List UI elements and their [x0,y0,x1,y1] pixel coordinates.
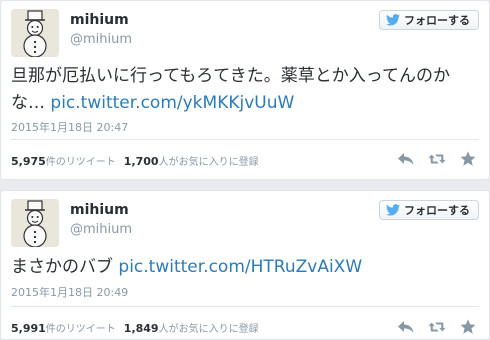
tweet-card: mihium @mihium フォローする まさかのバブ pic.twitter… [0,190,490,340]
tweet-stats: 5,975件のリツイート 1,700人がお気に入りに登録 [11,153,259,168]
snowman-avatar-icon [11,199,59,247]
tweet-text: まさかのバブ pic.twitter.com/HTRuZvAiXW [11,254,481,281]
retweet-count-label: 件のリツイート [45,157,116,168]
favorite-count-label: 人がお気に入りに登録 [158,157,259,168]
tweet-media-link[interactable]: pic.twitter.com/ykMKKjvUuW [50,93,294,113]
divider [11,306,479,307]
user-name[interactable]: mihium [70,202,129,218]
retweet-icon[interactable] [428,319,446,335]
twitter-bird-icon [386,14,400,26]
follow-button-label: フォローする [404,203,470,217]
user-handle[interactable]: @mihium [70,32,132,47]
avatar[interactable] [11,9,59,57]
tweet-timestamp[interactable]: 2015年1月18日 20:47 [11,119,128,135]
snowman-avatar-icon [11,9,59,57]
retweet-count[interactable]: 5,991 [11,322,46,335]
favorite-count-label: 人がお気に入りに登録 [158,324,259,335]
follow-button[interactable]: フォローする [379,200,479,220]
tweet-card: mihium @mihium フォローする 旦那が厄払いに行ってもろてきた。薬草… [0,0,490,180]
tweet-text: 旦那が厄払いに行ってもろてきた。薬草とか入ってんのかな… pic.twitter… [11,63,481,117]
user-handle[interactable]: @mihium [70,222,132,237]
user-name[interactable]: mihium [70,12,129,28]
reply-icon[interactable] [397,151,415,167]
avatar[interactable] [11,199,59,247]
favorite-star-icon[interactable] [459,319,477,335]
retweet-count-label: 件のリツイート [45,324,116,335]
favorite-count[interactable]: 1,700 [124,155,159,168]
tweet-actions [397,319,477,335]
retweet-count[interactable]: 5,975 [11,155,46,168]
follow-button-label: フォローする [404,13,470,27]
twitter-bird-icon [386,204,400,216]
divider [11,139,479,140]
tweet-stats: 5,991件のリツイート 1,849人がお気に入りに登録 [11,320,259,335]
tweet-media-link[interactable]: pic.twitter.com/HTRuZvAiXW [118,257,362,277]
tweet-actions [397,151,477,167]
tweet-timestamp[interactable]: 2015年1月18日 20:49 [11,284,128,300]
favorite-count[interactable]: 1,849 [124,322,159,335]
tweet-body: まさかのバブ [11,257,113,277]
follow-button[interactable]: フォローする [379,10,479,30]
retweet-icon[interactable] [428,151,446,167]
reply-icon[interactable] [397,319,415,335]
favorite-star-icon[interactable] [459,151,477,167]
